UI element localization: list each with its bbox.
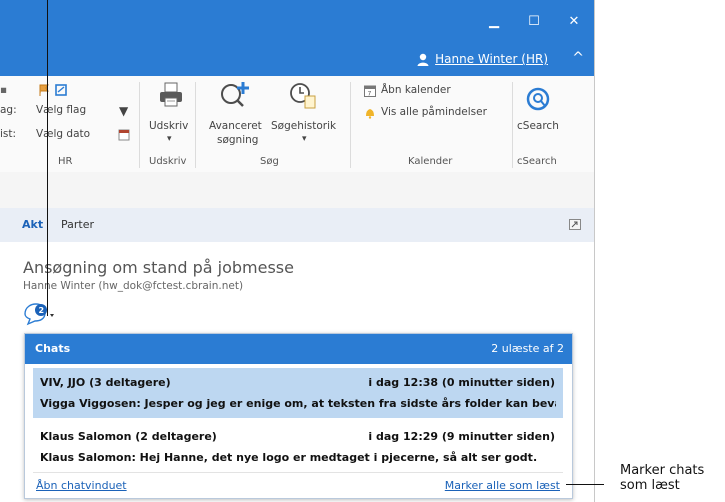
print-dropdown-icon[interactable]: ▾ [167,134,172,144]
hr-cut-label-2: ist: [0,128,17,140]
ribbon-divider [350,82,351,168]
chats-popup: Chats 2 ulæste af 2 VIV, JJO (3 deltager… [24,333,573,499]
open-calendar-button[interactable]: Åbn kalender [381,84,451,96]
search-history-button[interactable]: Søgehistorik [271,120,336,132]
chat-timestamp: i dag 12:29 (9 minutter siden) [368,430,555,443]
ribbon-divider [139,82,140,168]
history-dropdown-icon[interactable]: ▾ [302,134,307,144]
csearch-group-label: cSearch [517,156,557,167]
chats-popup-header: Chats 2 ulæste af 2 [25,334,572,364]
popout-icon[interactable] [569,219,581,230]
user-menu[interactable]: Hanne Winter (HR) [417,52,548,66]
csearch-button[interactable]: cSearch [517,120,559,132]
mark-all-read-link[interactable]: Marker alle som læst [445,479,560,492]
title-bar: ▁ ☐ ✕ Hanne Winter (HR) ^ [0,0,594,76]
bell-icon [366,109,374,119]
search-group-label: Søg [260,156,279,167]
unread-count: 2 ulæste af 2 [491,342,564,355]
annotation-line-2: som læst [620,478,680,493]
advanced-search-label-1[interactable]: Avanceret [209,120,262,132]
select-date-button[interactable]: Vælg dato [36,128,90,140]
print-button[interactable]: Udskriv [149,120,188,132]
chat-participants: Klaus Salomon (2 deltagere) [40,430,217,443]
tab-akt[interactable]: Akt [22,218,43,231]
chat-list-item[interactable]: VIV, JJO (3 deltagere) i dag 12:38 (0 mi… [33,368,563,418]
annotation-pointer-line [47,0,48,316]
ribbon-divider [512,82,513,168]
document-sender: Hanne Winter (hw_dok@fctest.cbrain.net) [23,280,244,292]
show-reminders-button[interactable]: Vis alle påmindelser [381,106,487,118]
close-button[interactable]: ✕ [566,14,582,30]
annotation-line-1: Marker chats [620,463,705,478]
csearch-icon[interactable] [525,86,551,112]
search-history-icon[interactable] [289,82,319,110]
annotation-callout-line [566,484,604,485]
tab-parter[interactable]: Parter [61,218,94,231]
flag-icon [39,84,67,96]
hr-cut-label-1: ag: [0,104,17,116]
chats-title: Chats [35,342,71,355]
minimize-button[interactable]: ▁ [486,14,502,30]
chat-preview: Vigga Viggosen: Jesper og jeg er enige o… [40,397,556,410]
collapse-ribbon-button[interactable]: ^ [572,50,584,66]
chat-participants: VIV, JJO (3 deltagere) [40,376,171,389]
user-icon [417,53,429,66]
chat-dropdown-icon[interactable] [50,314,54,317]
svg-text:7: 7 [368,91,372,98]
document-subject: Ansøgning om stand på jobmesse [23,258,294,277]
print-group-label: Udskriv [149,156,187,167]
ribbon-divider [195,82,196,168]
annotation-callout: Marker chats som læst [620,463,704,493]
advanced-search-icon[interactable] [219,80,253,108]
maximize-button[interactable]: ☐ [526,14,542,30]
cut-icon: ▪ [0,84,8,96]
chat-timestamp: i dag 12:38 (0 minutter siden) [368,376,555,389]
flag-dropdown-icon[interactable]: ▼ [119,104,128,118]
calendar-small-icon[interactable] [118,128,130,141]
chats-popup-footer: Åbn chatvinduet Marker alle som læst [33,472,563,497]
calendar-group-label: Kalender [408,156,453,167]
advanced-search-label-2[interactable]: søgning [217,134,258,146]
chat-preview: Klaus Salomon: Hej Hanne, det nye logo e… [40,451,538,464]
document-tabs: Akt Parter [0,208,594,242]
calendar-icon: 7 [364,85,376,97]
hr-group-label: HR [58,156,73,167]
chat-list-item[interactable]: Klaus Salomon (2 deltagere) i dag 12:29 … [33,422,563,472]
printer-icon[interactable] [158,82,184,108]
chat-count-badge: 2 [39,306,45,315]
ribbon: ▪ ag: ist: Vælg flag ▼ Vælg dato HR Udsk… [0,76,594,173]
open-chat-window-link[interactable]: Åbn chatvinduet [36,479,127,492]
user-name-link[interactable]: Hanne Winter (HR) [435,52,548,66]
select-flag-button[interactable]: Vælg flag [36,104,86,116]
chat-icon[interactable]: 2 [23,302,63,326]
nav-bar [0,172,594,209]
